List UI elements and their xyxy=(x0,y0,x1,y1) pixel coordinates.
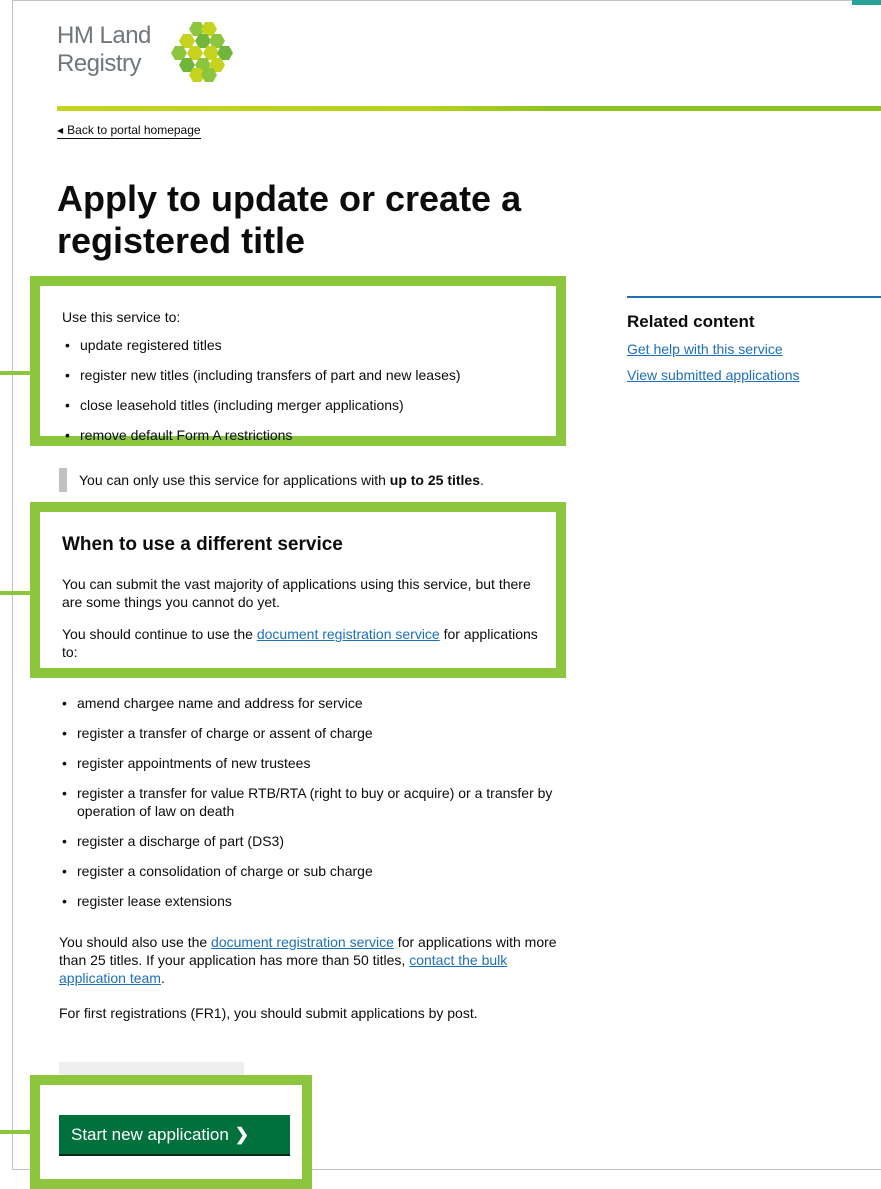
list-item: update registered titles xyxy=(62,336,461,354)
annotation-connector xyxy=(0,371,30,375)
annotation-connector xyxy=(0,591,30,595)
header-color-bar xyxy=(57,106,881,111)
start-new-application-button[interactable]: Start new application ❯ xyxy=(59,1115,290,1154)
list-item: register a transfer for value RTB/RTA (r… xyxy=(59,784,569,820)
paragraph: You should continue to use the document … xyxy=(62,626,538,660)
intro-list: update registered titles register new ti… xyxy=(62,336,461,456)
annotation-connector xyxy=(0,1130,30,1134)
paragraph: You should also use the document registr… xyxy=(59,934,557,986)
intro-highlight-box: Use this service to: update registered t… xyxy=(30,276,566,446)
section-heading: When to use a different service xyxy=(62,534,343,555)
corner-accent xyxy=(852,0,881,5)
intro-lead: Use this service to: xyxy=(62,309,181,325)
back-link[interactable]: ◀ Back to portal homepage xyxy=(57,123,201,139)
logo-wordmark: HM Land Registry xyxy=(57,22,151,77)
list-item: register new titles (including transfers… xyxy=(62,366,461,384)
view-submitted-applications-link[interactable]: View submitted applications xyxy=(627,366,881,384)
list-item: register a transfer of charge or assent … xyxy=(59,724,569,742)
inset-text: You can only use this service for applic… xyxy=(59,468,484,492)
triangle-left-icon: ◀ xyxy=(57,126,64,135)
list-item: register a discharge of part (DS3) xyxy=(59,832,569,850)
page-title: Apply to update or create a registered t… xyxy=(57,178,522,261)
chevron-right-icon: ❯ xyxy=(234,1124,250,1144)
list-item: remove default Form A restrictions xyxy=(62,426,461,444)
different-service-list: amend chargee name and address for servi… xyxy=(59,694,569,922)
get-help-link[interactable]: Get help with this service xyxy=(627,340,881,358)
list-item: register appointments of new trustees xyxy=(59,754,569,772)
related-heading: Related content xyxy=(627,312,755,331)
list-item: close leasehold titles (including merger… xyxy=(62,396,461,414)
related-content: Related content Get help with this servi… xyxy=(627,296,881,392)
hexagon-cluster-icon xyxy=(170,22,233,82)
paragraph: You can submit the vast majority of appl… xyxy=(62,576,531,610)
hm-land-registry-logo[interactable]: HM Land Registry xyxy=(57,22,233,82)
list-item: amend chargee name and address for servi… xyxy=(59,694,569,712)
document-registration-service-link[interactable]: document registration service xyxy=(257,626,440,642)
list-item: register lease extensions xyxy=(59,892,569,910)
document-registration-service-link[interactable]: document registration service xyxy=(211,934,394,950)
paragraph: For first registrations (FR1), you shoul… xyxy=(59,1005,478,1021)
different-service-highlight-box: When to use a different service You can … xyxy=(30,502,566,678)
list-item: register a consolidation of charge or su… xyxy=(59,862,569,880)
